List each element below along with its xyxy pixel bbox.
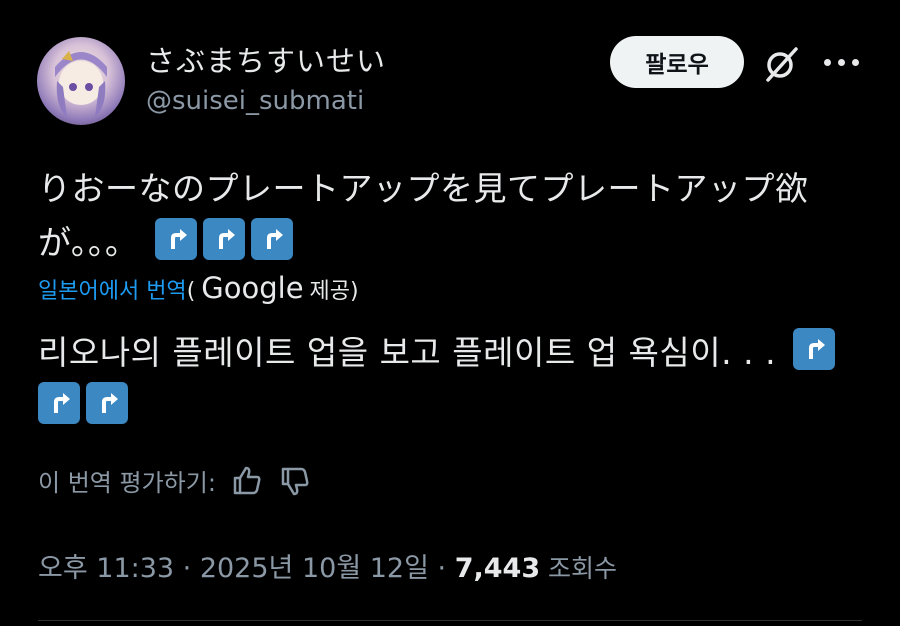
author-handle[interactable]: @suisei_submati — [146, 86, 364, 116]
tweet-time[interactable]: 오후 11:33 — [38, 553, 174, 584]
google-provider: Google — [201, 271, 304, 305]
divider — [38, 620, 862, 621]
follow-button[interactable]: 팔로우 — [610, 36, 744, 88]
arrow-up-right-icon — [155, 218, 198, 260]
tweet-text: りおーなのプレートアップを見てプレートアップ欲 が。。。 — [38, 162, 878, 270]
avatar[interactable] — [37, 37, 125, 125]
tweet-metadata: 오후 11:33 · 2025년 10월 12일 · 7,443 조회수 — [38, 546, 617, 585]
translation-attribution: 일본어에서 번역 ( Google 제공) — [38, 271, 359, 305]
translation-paren-open: ( — [186, 279, 196, 304]
rate-translation-label: 이 번역 평가하기: — [38, 469, 216, 497]
meta-separator: · — [174, 553, 200, 584]
tweet-line-2: が。。。 — [38, 223, 139, 262]
arrow-up-right-icon — [793, 328, 836, 370]
arrow-up-right-icon — [38, 382, 80, 424]
translated-from-link[interactable]: 일본어에서 번역 — [38, 273, 187, 305]
thumbs-up-icon[interactable] — [230, 464, 264, 498]
view-count: 7,443 — [454, 553, 541, 584]
arrow-up-right-icon — [203, 218, 246, 260]
translated-text: 리오나의 플레이트 업을 보고 플레이트 업 욕심이. . . — [38, 326, 883, 434]
meta-separator: · — [428, 553, 455, 584]
thumbs-down-icon[interactable] — [278, 464, 312, 498]
arrow-up-right-icon — [86, 382, 128, 424]
arrow-up-right-icon — [251, 218, 294, 260]
tweet-line-1: りおーなのプレートアップを見てプレートアップ欲 — [38, 169, 809, 208]
tweet-date[interactable]: 2025년 10월 12일 — [200, 553, 429, 584]
grok-icon[interactable] — [762, 44, 802, 84]
view-count-label: 조회수 — [540, 554, 618, 583]
translated-text-body: 리오나의 플레이트 업을 보고 플레이트 업 욕심이. . . — [38, 333, 777, 372]
more-icon[interactable] — [824, 52, 864, 72]
author-display-name[interactable]: さぶまちすいせい — [146, 38, 386, 80]
rate-translation: 이 번역 평가하기: — [38, 463, 312, 498]
translation-provided-label: 제공) — [309, 279, 359, 304]
